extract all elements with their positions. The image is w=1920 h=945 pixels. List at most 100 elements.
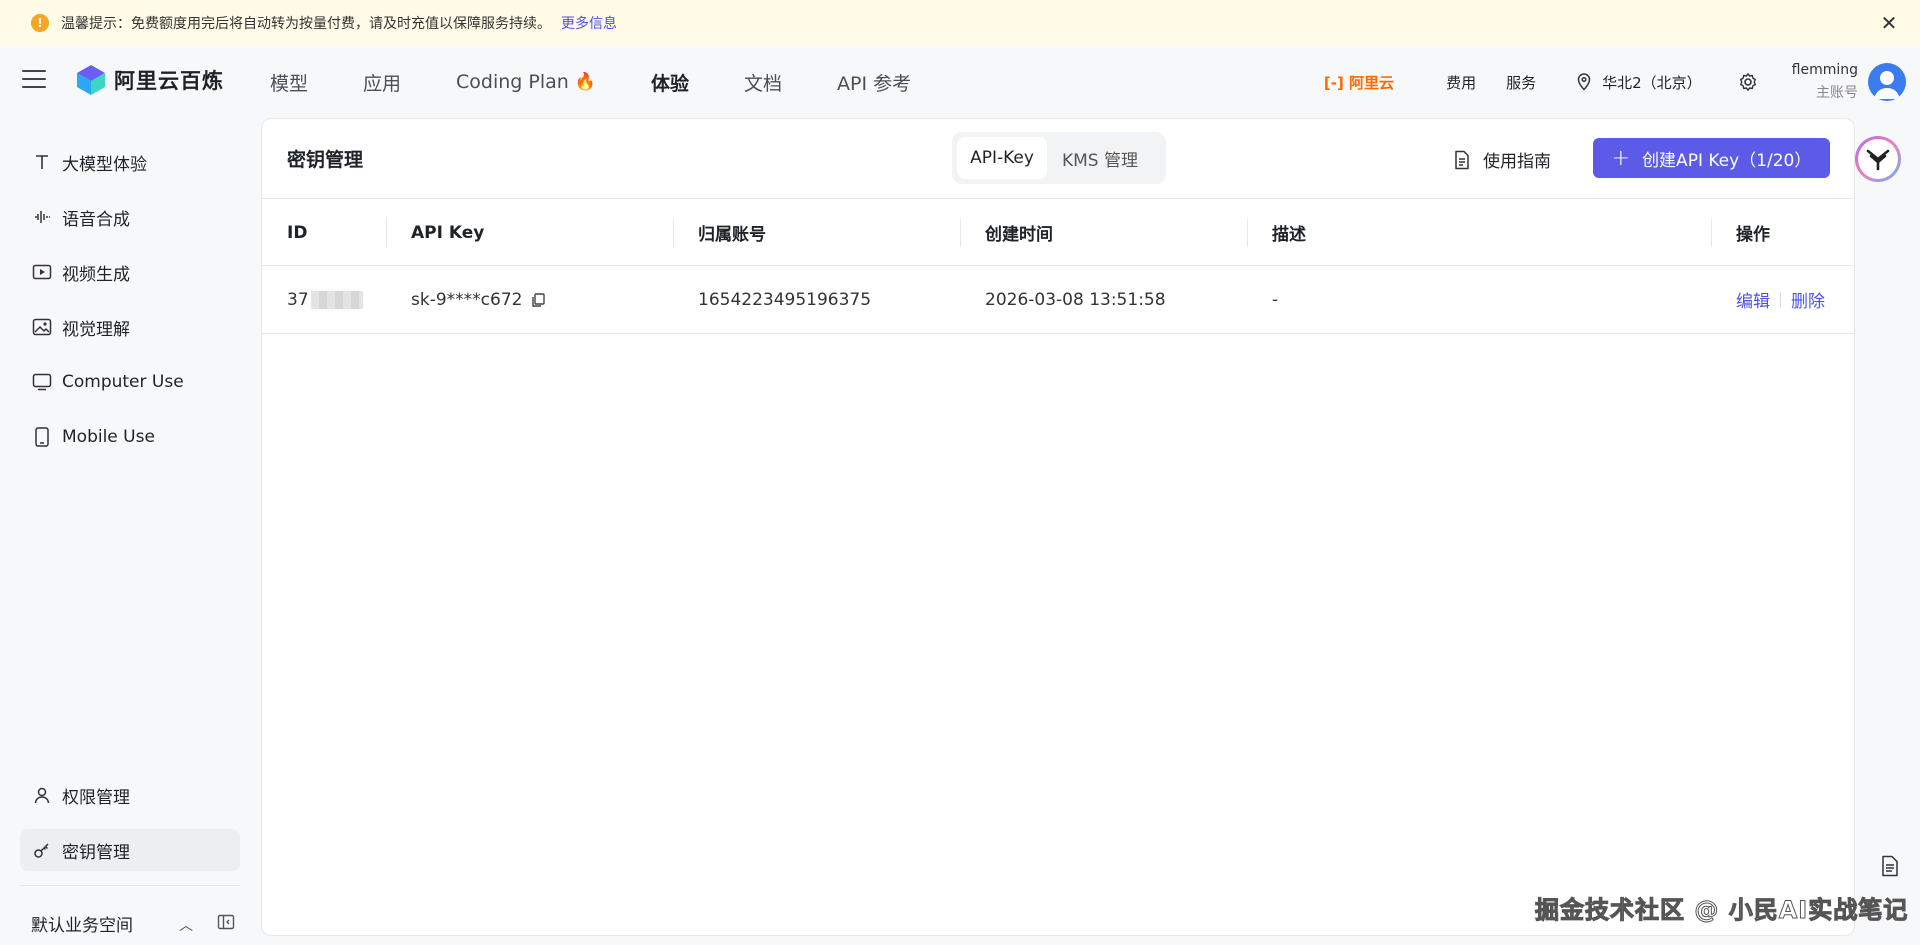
sidebar-item-label: 密钥管理	[62, 842, 130, 863]
float-doc-button[interactable]	[1880, 855, 1900, 881]
key-icon	[32, 840, 52, 860]
document-icon	[1455, 150, 1469, 169]
sidebar-item-label: Computer Use	[62, 372, 184, 392]
table-row: 37 sk-9****c672 1654223495196375 2026-03…	[262, 266, 1854, 334]
watermark: 掘金技术社区 @ 小民AI实战笔记	[1534, 896, 1909, 925]
column-divider	[960, 219, 961, 247]
hamburger-menu-icon[interactable]	[22, 70, 46, 90]
user-icon	[32, 785, 52, 805]
image-icon	[32, 317, 52, 337]
aliyun-logo[interactable]: [-] 阿里云	[1324, 72, 1394, 93]
cell-created: 2026-03-08 13:51:58	[985, 289, 1166, 310]
assistant-bot-icon	[1866, 149, 1890, 171]
nav-coding-plan[interactable]: Coding Plan 🔥	[456, 71, 596, 93]
top-header: 阿里云百炼 模型 应用 Coding Plan 🔥 体验 文档 API 参考 [-…	[0, 46, 1920, 118]
plus-icon: +	[1611, 145, 1631, 171]
copy-icon[interactable]	[530, 292, 546, 308]
avatar-icon	[1874, 71, 1900, 99]
tab-api-key[interactable]: API-Key	[957, 137, 1047, 179]
chevron-up-icon[interactable]: ︿	[179, 915, 193, 935]
logo-mark-icon	[77, 65, 105, 95]
create-api-key-button[interactable]: + 创建API Key（1/20）	[1593, 138, 1830, 178]
sidebar-item-mobile-use[interactable]: Mobile Use	[20, 416, 240, 458]
cell-account: 1654223495196375	[698, 289, 872, 310]
waveform-icon	[32, 207, 52, 227]
logo-text: 阿里云百炼	[114, 69, 224, 93]
nav-models[interactable]: 模型	[270, 69, 308, 96]
tab-kms[interactable]: KMS 管理	[1047, 137, 1153, 179]
table-header: ID API Key 归属账号 创建时间 描述 操作	[262, 198, 1854, 266]
page-title: 密钥管理	[287, 149, 364, 171]
column-api-key: API Key	[411, 222, 485, 243]
video-icon	[32, 262, 52, 282]
logo[interactable]: 阿里云百炼	[76, 64, 224, 96]
create-api-key-label: 创建API Key（1/20）	[1642, 150, 1812, 171]
action-divider	[1780, 291, 1781, 308]
column-divider	[1247, 219, 1248, 247]
gear-icon[interactable]	[1738, 72, 1758, 92]
user-role: 主账号	[1816, 85, 1858, 101]
sidebar-item-computer-use[interactable]: Computer Use	[20, 361, 240, 403]
edit-link[interactable]: 编辑	[1736, 287, 1770, 312]
cell-api-key: sk-9****c672	[411, 266, 546, 333]
cell-actions: 编辑 删除	[1736, 266, 1825, 333]
cell-description: -	[1272, 289, 1279, 310]
workspace-switcher[interactable]: 默认业务空间 ︿	[31, 903, 241, 943]
sidebar-item-video[interactable]: 视频生成	[20, 251, 240, 293]
sidebar-item-keys[interactable]: 密钥管理	[20, 829, 240, 871]
column-id: ID	[287, 222, 308, 243]
key-type-tabs: API-Key KMS 管理	[952, 132, 1166, 184]
phone-icon	[32, 427, 52, 447]
column-actions: 操作	[1736, 225, 1770, 245]
column-account: 归属账号	[698, 225, 766, 245]
avatar[interactable]	[1868, 63, 1906, 101]
notice-bar: ! 温馨提示：免费额度用完后将自动转为按量付费，请及时充值以保障服务持续。 更多…	[0, 0, 1920, 46]
key-management-card: 密钥管理 API-Key KMS 管理 使用指南 + 创建API Key（1/2…	[261, 118, 1855, 936]
nav-api-reference[interactable]: API 参考	[837, 69, 911, 96]
main-nav: 模型 应用 Coding Plan 🔥 体验 文档 API 参考	[270, 46, 966, 118]
sidebar-item-llm[interactable]: 大模型体验	[20, 141, 240, 183]
notice-text: 温馨提示：免费额度用完后将自动转为按量付费，请及时充值以保障服务持续。	[61, 16, 551, 32]
user-name: flemming	[1791, 62, 1858, 78]
column-divider	[673, 219, 674, 247]
sidebar-item-label: 视觉理解	[62, 319, 130, 340]
user-info[interactable]: flemming 主账号	[1792, 62, 1858, 102]
sidebar-item-permissions[interactable]: 权限管理	[20, 774, 240, 816]
sidebar-item-label: 视频生成	[62, 264, 130, 285]
column-created: 创建时间	[985, 225, 1053, 245]
sidebar-divider	[20, 885, 240, 886]
nav-apps[interactable]: 应用	[363, 69, 401, 96]
api-key-value: sk-9****c672	[411, 289, 523, 310]
cell-id: 37	[287, 266, 363, 333]
usage-guide-label: 使用指南	[1483, 152, 1551, 172]
warning-icon: !	[31, 14, 49, 32]
service-link[interactable]: 服务	[1506, 72, 1536, 93]
column-divider	[386, 219, 387, 247]
nav-coding-plan-label: Coding Plan	[456, 71, 569, 93]
sidebar-collapse-icon[interactable]	[217, 913, 235, 931]
fire-icon: 🔥	[574, 72, 596, 92]
delete-link[interactable]: 删除	[1791, 287, 1825, 312]
nav-experience[interactable]: 体验	[651, 69, 689, 96]
header-right: [-] 阿里云 费用 服务 华北2（北京） flemming 主账号	[1324, 46, 1920, 118]
assistant-bot-button[interactable]	[1855, 136, 1901, 182]
nav-docs[interactable]: 文档	[744, 69, 782, 96]
sidebar-item-tts[interactable]: 语音合成	[20, 196, 240, 238]
sidebar-item-vision[interactable]: 视觉理解	[20, 306, 240, 348]
sidebar-item-label: 权限管理	[62, 787, 130, 808]
region-label: 华北2（北京）	[1602, 73, 1702, 92]
close-icon[interactable]: ✕	[1878, 11, 1900, 35]
column-description: 描述	[1272, 225, 1306, 245]
notice-more-link[interactable]: 更多信息	[561, 13, 617, 33]
sidebar-item-label: 大模型体验	[62, 154, 147, 175]
monitor-icon	[32, 372, 52, 392]
region-selector[interactable]: 华北2（北京）	[1576, 72, 1702, 93]
billing-link[interactable]: 费用	[1446, 72, 1476, 93]
sidebar-item-label: Mobile Use	[62, 427, 155, 447]
cell-id-value: 37	[287, 289, 309, 310]
workspace-name: 默认业务空间	[31, 915, 133, 936]
column-divider	[1711, 219, 1712, 247]
text-icon	[32, 152, 52, 172]
document-icon	[1882, 855, 1898, 877]
usage-guide-link[interactable]: 使用指南	[1453, 147, 1551, 172]
